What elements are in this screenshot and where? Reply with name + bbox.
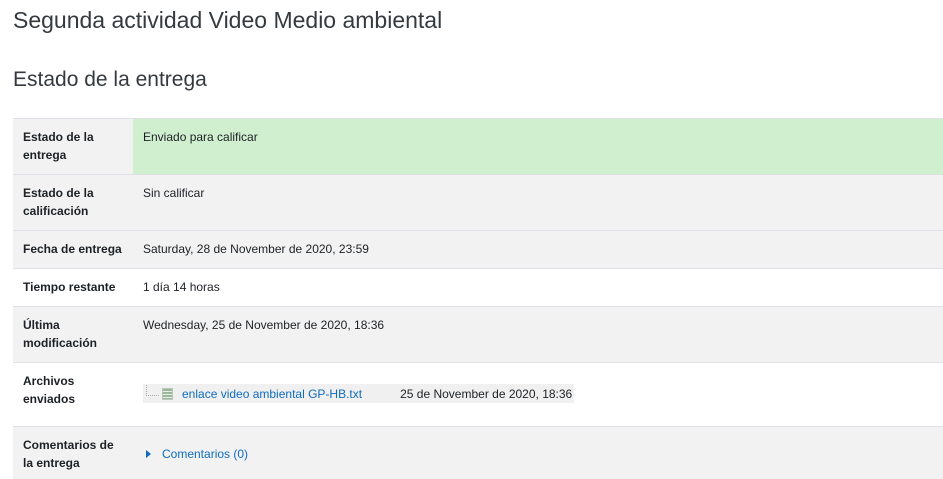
table-row: Comentarios de la entrega Comentarios (0… (13, 426, 943, 479)
table-row: Estado de la calificación Sin calificar (13, 174, 943, 231)
last-modified-value: Wednesday, 25 de November de 2020, 18:36 (133, 306, 943, 363)
section-title: Estado de la entrega (13, 68, 207, 91)
submitted-file-link[interactable]: enlace video ambiental GP-HB.txt (182, 385, 362, 403)
row-label-due-date: Fecha de entrega (13, 230, 133, 269)
row-label-submission-comments: Comentarios de la entrega (13, 426, 133, 479)
comments-link[interactable]: Comentarios (0) (162, 445, 248, 463)
text-file-icon (162, 387, 173, 400)
table-row: Tiempo restante 1 día 14 horas (13, 268, 943, 307)
submitted-file-date: 25 de November de 2020, 18:36 (400, 386, 573, 401)
grading-status-value: Sin calificar (133, 174, 943, 231)
row-label-time-remaining: Tiempo restante (13, 268, 133, 307)
row-label-last-modified: Última modificación (13, 306, 133, 363)
caret-right-icon (146, 450, 151, 458)
submission-comments-cell: Comentarios (0) (133, 426, 943, 479)
page-title: Segunda actividad Video Medio ambiental (13, 7, 443, 33)
table-row: Última modificación Wednesday, 25 de Nov… (13, 306, 943, 363)
table-row: Archivos enviados enlace video ambiental… (13, 362, 943, 427)
due-date-value: Saturday, 28 de November de 2020, 23:59 (133, 230, 943, 269)
submission-status-value: Enviado para calificar (133, 118, 943, 175)
row-label-submitted-files: Archivos enviados (13, 362, 133, 427)
page: Segunda actividad Video Medio ambiental … (0, 0, 943, 479)
submission-status-table: Estado de la entrega Enviado para califi… (13, 118, 943, 479)
row-label-grading-status: Estado de la calificación (13, 174, 133, 231)
tree-branch-icon (146, 385, 159, 396)
submitted-files-cell: enlace video ambiental GP-HB.txt 25 de N… (133, 362, 943, 427)
comments-toggle[interactable]: Comentarios (0) (146, 445, 248, 463)
row-label-submission-status: Estado de la entrega (13, 118, 133, 175)
time-remaining-value: 1 día 14 horas (133, 268, 943, 307)
submitted-file-item: enlace video ambiental GP-HB.txt 25 de N… (143, 384, 575, 403)
table-row: Fecha de entrega Saturday, 28 de Novembe… (13, 230, 943, 269)
table-row: Estado de la entrega Enviado para califi… (13, 118, 943, 175)
